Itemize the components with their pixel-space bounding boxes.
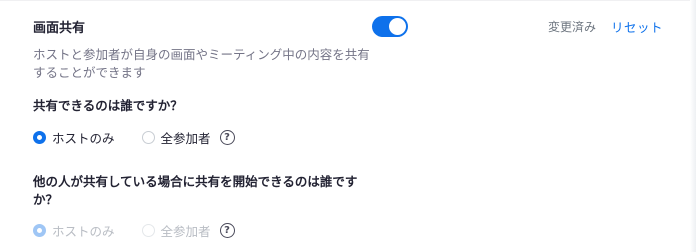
who-can-share-options: ホストのみ 全参加者 ?	[33, 128, 235, 146]
top-divider	[0, 0, 696, 1]
modified-status: 変更済み	[548, 20, 597, 34]
radio-all-participants-disabled-indicator[interactable]	[141, 223, 155, 237]
radio-all-participants[interactable]: 全参加者	[141, 128, 211, 147]
reset-link[interactable]: リセット	[611, 17, 663, 36]
radio-host-only-disabled-indicator[interactable]	[33, 223, 46, 237]
screen-share-toggle[interactable]	[372, 16, 408, 37]
radio-all-participants-disabled[interactable]: 全参加者	[141, 221, 211, 240]
help-icon[interactable]: ?	[219, 222, 235, 238]
help-icon[interactable]: ?	[219, 129, 235, 145]
radio-host-only-disabled[interactable]: ホストのみ	[33, 221, 115, 240]
radio-all-participants-disabled-label: 全参加者	[160, 223, 211, 239]
setting-description: ホストと参加者が自身の画面やミーティング中の内容を共有することができます	[33, 47, 370, 80]
radio-host-only-label: ホストのみ	[52, 130, 115, 146]
screen-share-setting-panel: 画面共有 変更済み リセット ホストと参加者が自身の画面やミーティング中の内容を…	[0, 0, 696, 252]
radio-host-only[interactable]: ホストのみ	[33, 128, 115, 147]
right-edge-shadow	[690, 0, 696, 252]
who-can-start-share-question: 他の人が共有している場合に共有を開始できるのは誰ですか？	[33, 174, 358, 207]
radio-all-participants-label: 全参加者	[160, 130, 211, 146]
radio-all-participants-indicator[interactable]	[141, 130, 155, 144]
setting-title: 画面共有	[33, 21, 86, 36]
who-can-start-share-options: ホストのみ 全参加者 ?	[33, 221, 235, 239]
toggle-knob	[389, 18, 406, 35]
who-can-share-question: 共有できるのは誰ですか？	[33, 98, 183, 113]
radio-host-only-disabled-label: ホストのみ	[52, 223, 115, 239]
radio-host-only-indicator[interactable]	[33, 130, 46, 144]
